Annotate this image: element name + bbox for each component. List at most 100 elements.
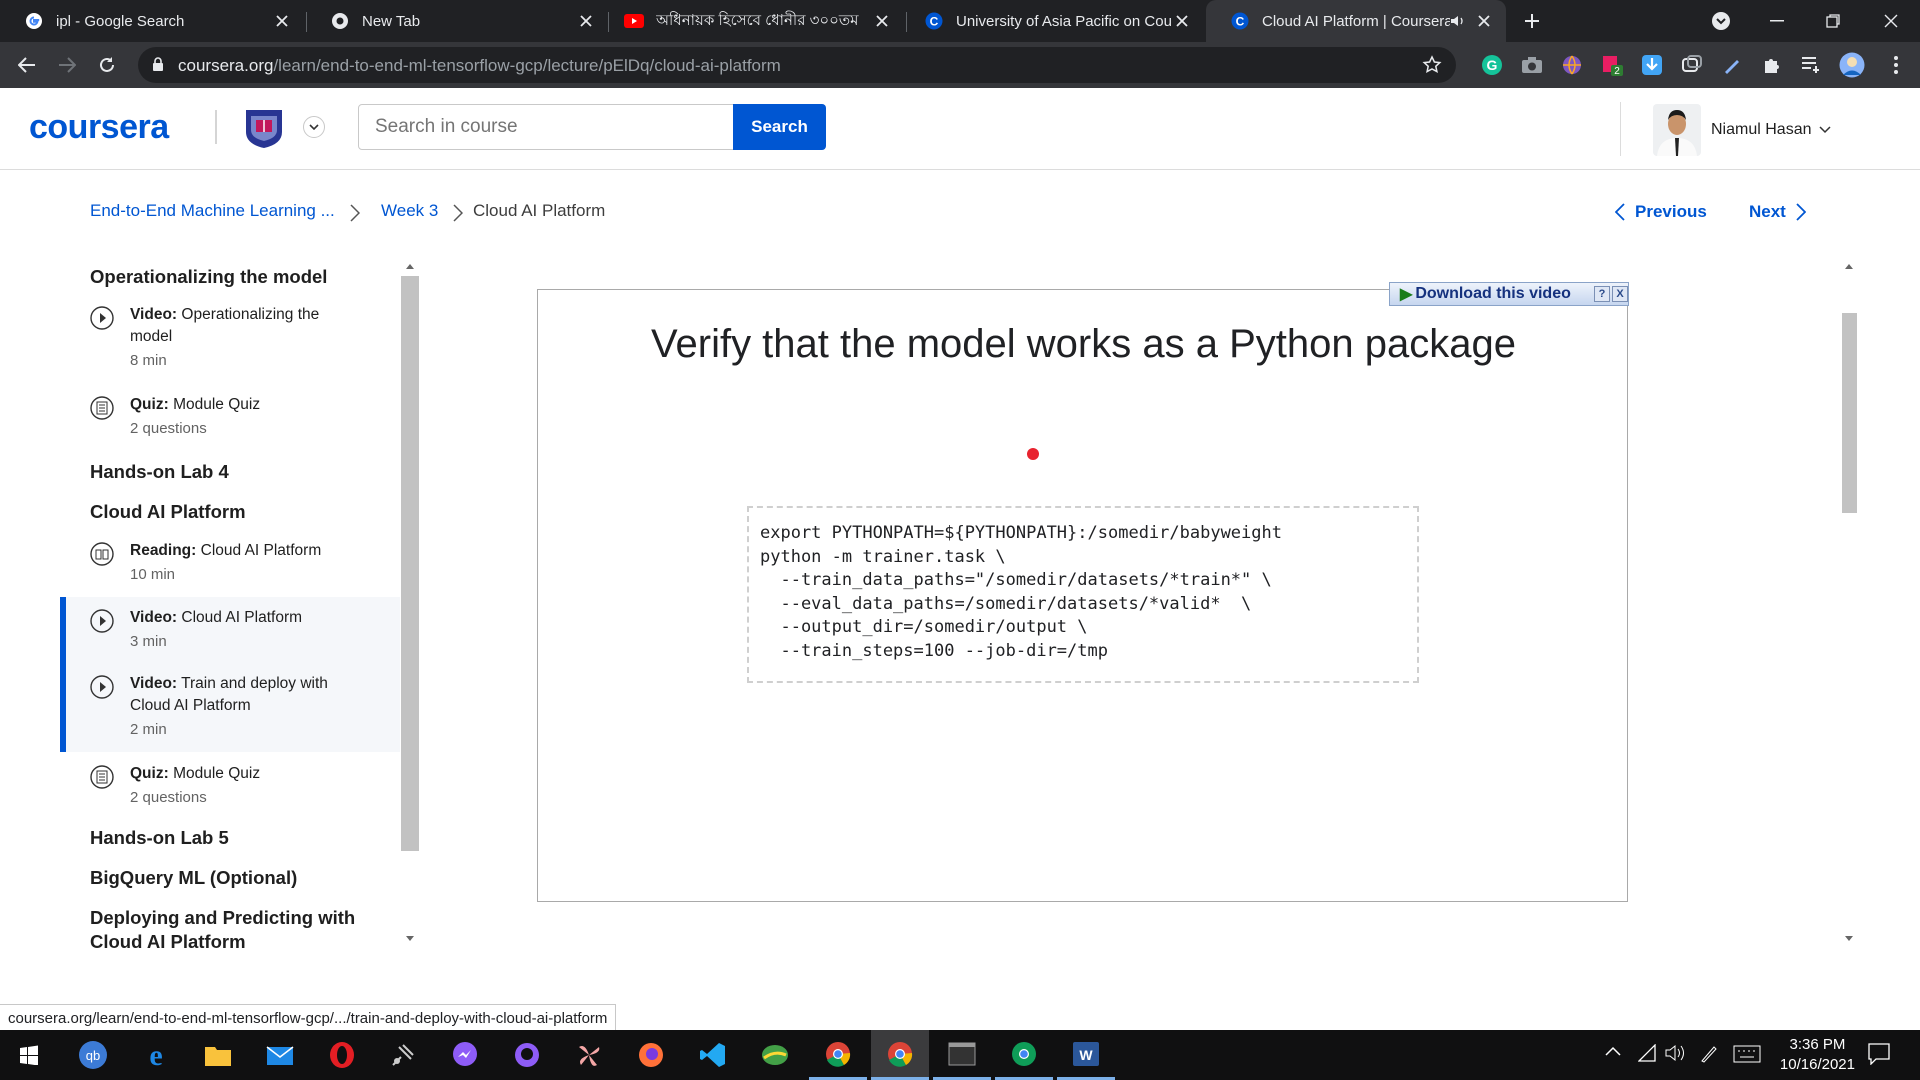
chevron-right-icon — [350, 204, 360, 222]
messenger-icon[interactable] — [436, 1030, 494, 1080]
university-logo[interactable] — [242, 106, 286, 150]
flag-extension-icon[interactable]: 2 — [1598, 51, 1626, 79]
item-type: Reading: — [130, 542, 197, 559]
item-title: Module Quiz — [173, 765, 261, 782]
chevron-down-icon[interactable] — [303, 116, 325, 138]
section-heading[interactable]: BigQuery ML (Optional) — [90, 866, 380, 890]
section-heading[interactable]: Operationalizing the model — [90, 265, 380, 289]
next-button[interactable]: Next — [1749, 202, 1806, 222]
show-hidden-icons-icon[interactable] — [1605, 1046, 1621, 1056]
new-tab-button[interactable] — [1509, 0, 1555, 42]
file-explorer-icon[interactable] — [189, 1030, 247, 1080]
tab-new-tab[interactable]: New Tab — [306, 0, 608, 42]
coursera-logo[interactable]: coursera — [29, 108, 169, 147]
section-heading[interactable]: Hands-on Lab 5 — [90, 826, 380, 850]
search-input[interactable]: Search in course — [358, 104, 734, 150]
word-icon[interactable]: W — [1057, 1030, 1115, 1080]
reading-list-icon[interactable] — [1798, 51, 1826, 79]
more-menu-icon[interactable] — [1882, 51, 1910, 79]
sidebar-scroll-thumb[interactable] — [401, 276, 419, 851]
item-meta: 2 questions — [130, 420, 207, 437]
item-title: Cloud AI Platform — [181, 609, 303, 626]
tab-search-icon[interactable] — [1698, 0, 1744, 42]
github-icon[interactable] — [498, 1030, 556, 1080]
breadcrumb-course[interactable]: End-to-End Machine Learning ... — [90, 201, 335, 221]
search-button[interactable]: Search — [733, 104, 826, 150]
close-tab-icon[interactable] — [1172, 11, 1192, 31]
system-clock[interactable]: 3:36 PM 10/16/2021 — [1780, 1035, 1855, 1075]
grammarly-icon[interactable]: G — [1478, 51, 1506, 79]
slide-title: Verify that the model works as a Python … — [651, 322, 1516, 366]
section-heading[interactable]: Cloud AI Platform — [90, 500, 380, 524]
close-window-icon[interactable] — [1868, 0, 1914, 42]
tab-google-search[interactable]: ipl - Google Search — [0, 0, 304, 42]
terminal-icon[interactable] — [933, 1030, 991, 1080]
list-item[interactable]: Video: Operationalizing the model 8 min — [60, 304, 400, 369]
opera-icon[interactable] — [313, 1030, 371, 1080]
tab-cloud-ai-platform[interactable]: C Cloud AI Platform | Coursera — [1206, 0, 1506, 42]
notifications-icon[interactable] — [1868, 1043, 1890, 1065]
list-item[interactable]: Video: Train and deploy with Cloud AI Pl… — [66, 673, 396, 745]
list-item[interactable]: Quiz: Module Quiz 2 questions — [60, 763, 400, 811]
network-icon[interactable] — [1638, 1044, 1658, 1062]
list-item[interactable]: Quiz: Module Quiz 2 questions — [60, 394, 400, 440]
bookmark-star-icon[interactable] — [1422, 55, 1442, 75]
tab-title: University of Asia Pacific on Cour — [956, 12, 1172, 30]
restore-icon[interactable] — [1810, 0, 1856, 42]
windows-start-icon[interactable] — [0, 1030, 58, 1080]
help-button[interactable]: ? — [1594, 286, 1610, 302]
chrome-icon[interactable] — [809, 1030, 867, 1080]
link-extension-icon[interactable] — [1678, 51, 1706, 79]
next-label: Next — [1749, 202, 1786, 221]
back-arrow-icon[interactable] — [11, 49, 43, 81]
tab-youtube[interactable]: অধিনায়ক হিসেবে ধোনীর ৩০০তম — [600, 0, 904, 42]
camera-icon[interactable] — [1518, 51, 1546, 79]
avatar[interactable] — [1653, 104, 1701, 156]
forward-arrow-icon[interactable] — [51, 49, 83, 81]
close-tab-icon[interactable] — [272, 11, 292, 31]
pen-icon[interactable] — [1700, 1043, 1718, 1063]
reading-book-icon — [90, 542, 114, 566]
browser-tab-strip: ipl - Google Search New Tab অধিনায়ক হিস… — [0, 0, 1920, 42]
download-video-button[interactable]: ▶ Download this video ? X — [1389, 282, 1629, 306]
close-tab-icon[interactable] — [1474, 11, 1494, 31]
item-title: Module Quiz — [173, 396, 261, 413]
course-outline-sidebar: Operationalizing the model Video: Operat… — [0, 255, 420, 950]
reload-icon[interactable] — [91, 49, 123, 81]
lock-icon[interactable] — [152, 57, 164, 72]
tab-uap-coursera[interactable]: C University of Asia Pacific on Cour — [900, 0, 1204, 42]
pen-extension-icon[interactable] — [1718, 51, 1746, 79]
profile-avatar[interactable] — [1838, 51, 1866, 79]
minimize-icon[interactable] — [1754, 0, 1800, 42]
section-heading[interactable]: Hands-on Lab 4 — [90, 460, 380, 484]
section-heading[interactable]: Deploying and Predicting with Cloud AI P… — [90, 906, 380, 950]
download-icon[interactable] — [1638, 51, 1666, 79]
extension-badge: 2 — [1614, 66, 1620, 77]
globe-extension-icon[interactable] — [1558, 51, 1586, 79]
list-item[interactable]: Video: Cloud AI Platform 3 min — [66, 607, 396, 655]
list-item[interactable]: Reading: Cloud AI Platform 10 min — [60, 540, 400, 588]
satellite-app-icon[interactable] — [374, 1030, 432, 1080]
chrome-ek-icon[interactable] — [995, 1030, 1053, 1080]
speaker-icon[interactable] — [1450, 14, 1466, 28]
main-scroll-thumb[interactable] — [1842, 313, 1857, 513]
breadcrumb-week[interactable]: Week 3 — [381, 201, 438, 221]
volume-icon[interactable] — [1665, 1043, 1687, 1063]
link-status-bar: coursera.org/learn/end-to-end-ml-tensorf… — [0, 1004, 617, 1032]
vscode-icon[interactable] — [684, 1030, 742, 1080]
qbittorrent-icon[interactable]: qb — [64, 1030, 122, 1080]
close-button[interactable]: X — [1612, 286, 1628, 302]
previous-button[interactable]: Previous — [1615, 202, 1707, 222]
address-bar[interactable]: coursera.org/learn/end-to-end-ml-tensorf… — [138, 47, 1456, 83]
close-tab-icon[interactable] — [872, 11, 892, 31]
mail-icon[interactable] — [251, 1030, 309, 1080]
keyboard-icon[interactable] — [1733, 1045, 1761, 1063]
pinwheel-app-icon[interactable] — [560, 1030, 618, 1080]
firefox-icon[interactable] — [622, 1030, 680, 1080]
close-tab-icon[interactable] — [576, 11, 596, 31]
globe-app-icon[interactable] — [746, 1030, 804, 1080]
user-menu[interactable]: Niamul Hasan — [1711, 121, 1832, 139]
puzzle-icon[interactable] — [1758, 51, 1786, 79]
edge-icon[interactable]: e — [127, 1030, 185, 1080]
chrome-profile-icon[interactable] — [871, 1030, 929, 1080]
